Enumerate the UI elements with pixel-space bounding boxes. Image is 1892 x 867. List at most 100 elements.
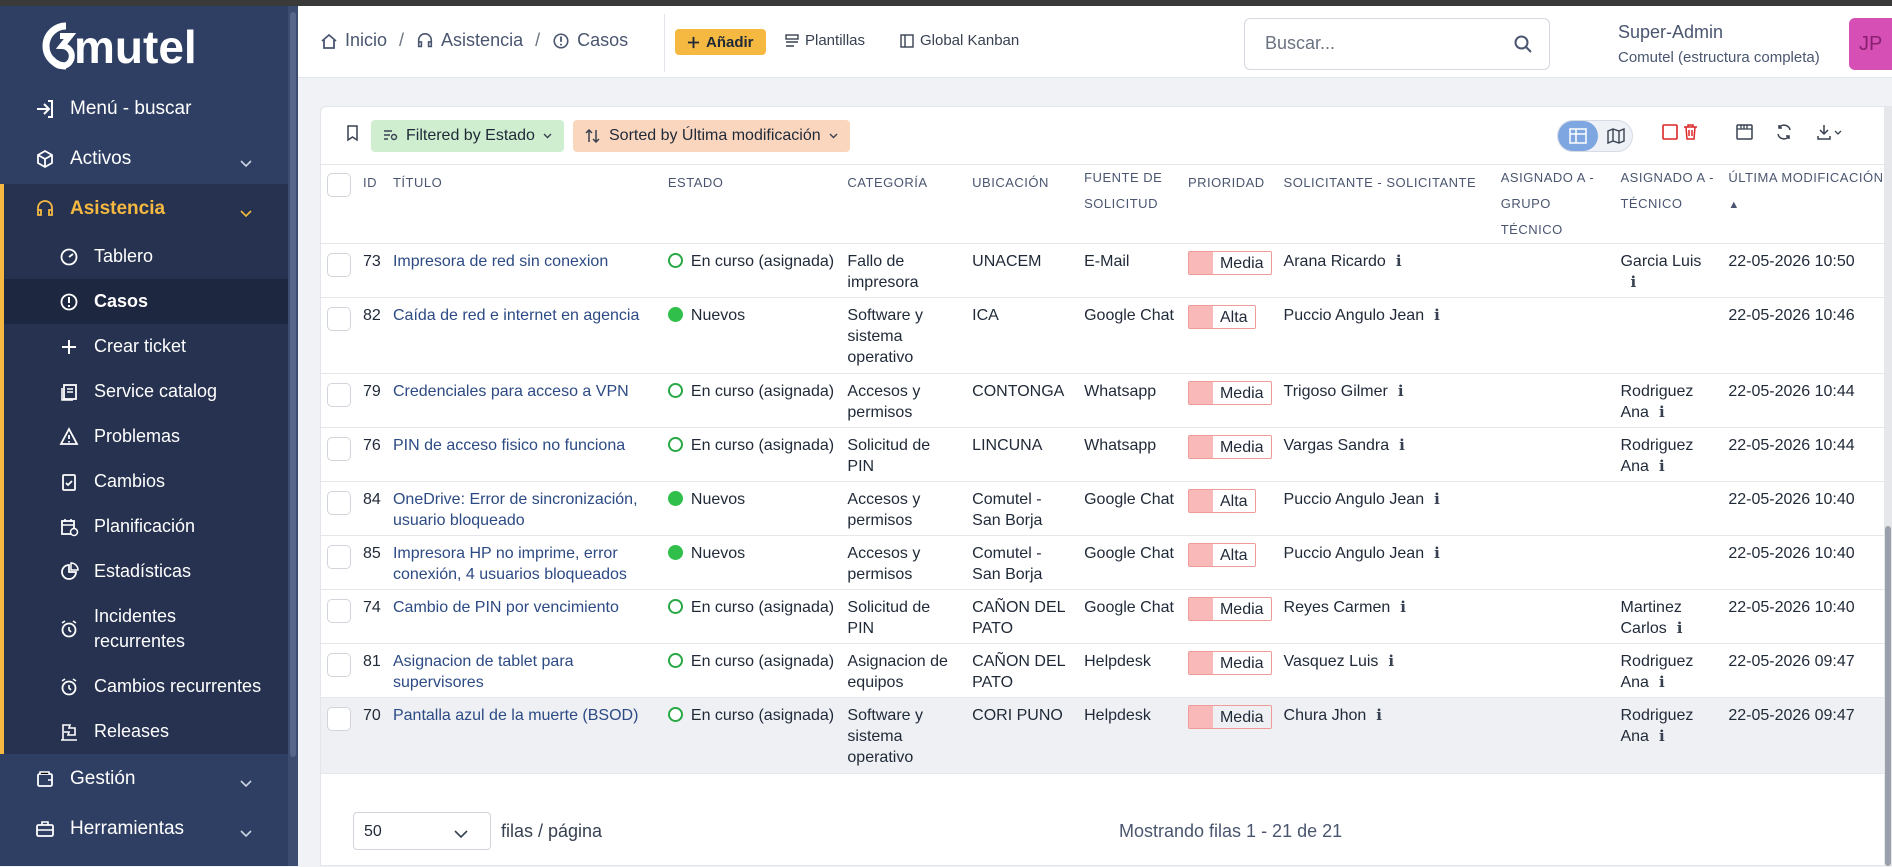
- technician-name[interactable]: Rodriguez Ana: [1620, 383, 1693, 421]
- requester-name[interactable]: Vargas Sandra: [1284, 437, 1390, 454]
- column-header-title[interactable]: TÍTULO: [387, 165, 662, 244]
- avatar[interactable]: JP: [1849, 18, 1892, 70]
- requester-name[interactable]: Reyes Carmen: [1284, 599, 1391, 616]
- info-icon[interactable]: i: [1434, 305, 1440, 326]
- sidebar-scroll-thumb[interactable]: [290, 12, 296, 757]
- case-title-link[interactable]: Pantalla azul de la muerte (BSOD): [393, 707, 638, 724]
- column-header-modified[interactable]: ÚLTIMA MODIFICACIÓN ▲: [1722, 165, 1892, 244]
- sidebar-item-asistencia[interactable]: Asistencia: [0, 184, 288, 234]
- technician-name[interactable]: Martinez Carlos: [1620, 599, 1681, 637]
- table-row[interactable]: 74 Cambio de PIN por vencimiento En curso …: [321, 590, 1892, 644]
- sidebar-item-tablero[interactable]: Tablero: [4, 234, 288, 279]
- table-row[interactable]: 76 PIN de acceso fisico no funciona En cur…: [321, 428, 1892, 482]
- trash-icon[interactable]: [1683, 124, 1698, 145]
- info-icon[interactable]: i: [1434, 489, 1440, 510]
- sort-chip[interactable]: Sorted by Última modificación: [573, 120, 850, 152]
- info-icon[interactable]: i: [1630, 272, 1636, 293]
- download-icon[interactable]: [1817, 124, 1845, 145]
- row-checkbox[interactable]: [327, 545, 351, 569]
- map-view-icon[interactable]: [1600, 121, 1632, 151]
- breadcrumb-inicio[interactable]: Inicio: [320, 30, 387, 51]
- main-scroll-thumb[interactable]: [1885, 526, 1891, 866]
- info-icon[interactable]: i: [1400, 597, 1406, 618]
- case-title-link[interactable]: Caída de red e internet en agencia: [393, 307, 639, 324]
- sidebar-item-estadisticas[interactable]: Estadísticas: [4, 549, 288, 594]
- requester-name[interactable]: Arana Ricardo: [1284, 253, 1386, 270]
- column-header-technician[interactable]: ASIGNADO A - TÉCNICO: [1614, 165, 1722, 244]
- user-info[interactable]: Super-Admin Comutel (estructura completa…: [1618, 22, 1820, 66]
- sidebar-item-releases[interactable]: Releases: [4, 709, 288, 754]
- technician-name[interactable]: Rodriguez Ana: [1620, 707, 1693, 745]
- info-icon[interactable]: i: [1659, 672, 1665, 693]
- info-icon[interactable]: i: [1398, 381, 1404, 402]
- table-view-icon[interactable]: [1558, 121, 1598, 151]
- row-checkbox[interactable]: [327, 599, 351, 623]
- sidebar-item-herramientas[interactable]: Herramientas: [0, 804, 288, 854]
- technician-name[interactable]: Garcia Luis: [1620, 253, 1701, 270]
- sidebar-scrollbar[interactable]: [288, 6, 298, 866]
- select-all-checkbox[interactable]: [327, 173, 351, 197]
- case-title-link[interactable]: Cambio de PIN por vencimiento: [393, 599, 619, 616]
- case-title-link[interactable]: Credenciales para acceso a VPN: [393, 383, 629, 400]
- column-header-id[interactable]: ID: [357, 165, 387, 244]
- requester-name[interactable]: Puccio Angulo Jean: [1284, 307, 1425, 324]
- info-icon[interactable]: i: [1659, 456, 1665, 477]
- sidebar-item-cambios[interactable]: Cambios: [4, 459, 288, 504]
- info-icon[interactable]: i: [1396, 251, 1402, 272]
- refresh-icon[interactable]: [1776, 124, 1792, 145]
- column-header-group[interactable]: ASIGNADO A - GRUPO TÉCNICO: [1495, 165, 1615, 244]
- sidebar-item-gestion[interactable]: Gestión: [0, 754, 288, 804]
- requester-name[interactable]: Trigoso Gilmer: [1284, 383, 1388, 400]
- column-header-category[interactable]: CATEGORÍA: [841, 165, 966, 244]
- row-checkbox[interactable]: [327, 307, 351, 331]
- main-scrollbar[interactable]: [1884, 106, 1892, 866]
- info-icon[interactable]: i: [1376, 705, 1382, 726]
- add-button[interactable]: Añadir: [675, 29, 766, 55]
- info-icon[interactable]: i: [1434, 543, 1440, 564]
- row-checkbox[interactable]: [327, 491, 351, 515]
- info-icon[interactable]: i: [1677, 618, 1683, 639]
- info-icon[interactable]: i: [1659, 726, 1665, 747]
- sidebar-item-planificacion[interactable]: Planificación: [4, 504, 288, 549]
- column-header-requester[interactable]: SOLICITANTE - SOLICITANTE: [1278, 165, 1495, 244]
- column-header-location[interactable]: UBICACIÓN: [966, 165, 1078, 244]
- row-checkbox[interactable]: [327, 437, 351, 461]
- filter-chip[interactable]: Filtered by Estado: [371, 120, 564, 152]
- sidebar-item-service-catalog[interactable]: Service catalog: [4, 369, 288, 414]
- requester-name[interactable]: Vasquez Luis: [1284, 653, 1379, 670]
- table-row[interactable]: 84 OneDrive: Error de sincronización, usu…: [321, 482, 1892, 536]
- info-icon[interactable]: i: [1659, 402, 1665, 423]
- sidebar-item-activos[interactable]: Activos: [0, 134, 288, 184]
- kanban-link[interactable]: Global Kanban: [900, 32, 1019, 49]
- row-checkbox[interactable]: [327, 383, 351, 407]
- breadcrumb-casos[interactable]: Casos: [552, 30, 628, 51]
- case-title-link[interactable]: OneDrive: Error de sincronización, usuar…: [393, 491, 638, 529]
- row-checkbox[interactable]: [327, 707, 351, 731]
- column-header-priority[interactable]: PRIORIDAD: [1182, 165, 1278, 244]
- breadcrumb-asistencia[interactable]: Asistencia: [416, 30, 523, 51]
- case-title-link[interactable]: Impresora de red sin conexion: [393, 253, 608, 270]
- table-row[interactable]: 85 Impresora HP no imprime, error conexió…: [321, 536, 1892, 590]
- case-title-link[interactable]: Impresora HP no imprime, error conexión,…: [393, 545, 627, 583]
- per-page-select[interactable]: 50: [353, 812, 491, 850]
- info-icon[interactable]: i: [1388, 651, 1394, 672]
- select-all-icon[interactable]: [1662, 124, 1678, 145]
- sidebar-item-problemas[interactable]: Problemas: [4, 414, 288, 459]
- table-row[interactable]: 79 Credenciales para acceso a VPN En curso…: [321, 374, 1892, 428]
- row-checkbox[interactable]: [327, 653, 351, 677]
- logo[interactable]: mutel: [30, 18, 260, 78]
- sidebar-item-crear-ticket[interactable]: Crear ticket: [4, 324, 288, 369]
- column-header-source[interactable]: FUENTE DE SOLICITUD: [1078, 165, 1182, 244]
- sidebar-item-casos[interactable]: Casos: [4, 279, 288, 324]
- table-row[interactable]: 73 Impresora de red sin conexion En curso …: [321, 244, 1892, 298]
- sidebar-item-cambios-recurrentes[interactable]: Cambios recurrentes: [4, 664, 288, 709]
- requester-name[interactable]: Puccio Angulo Jean: [1284, 545, 1425, 562]
- case-title-link[interactable]: PIN de acceso fisico no funciona: [393, 437, 625, 454]
- technician-name[interactable]: Rodriguez Ana: [1620, 653, 1693, 691]
- technician-name[interactable]: Rodriguez Ana: [1620, 437, 1693, 475]
- search-icon[interactable]: [1513, 34, 1533, 59]
- templates-link[interactable]: Plantillas: [785, 32, 865, 49]
- sidebar-item-menu-search[interactable]: Menú - buscar: [0, 84, 288, 134]
- bookmark-icon[interactable]: [345, 124, 361, 147]
- sidebar-item-incidentes-recurrentes[interactable]: Incidentes recurrentes: [4, 594, 288, 664]
